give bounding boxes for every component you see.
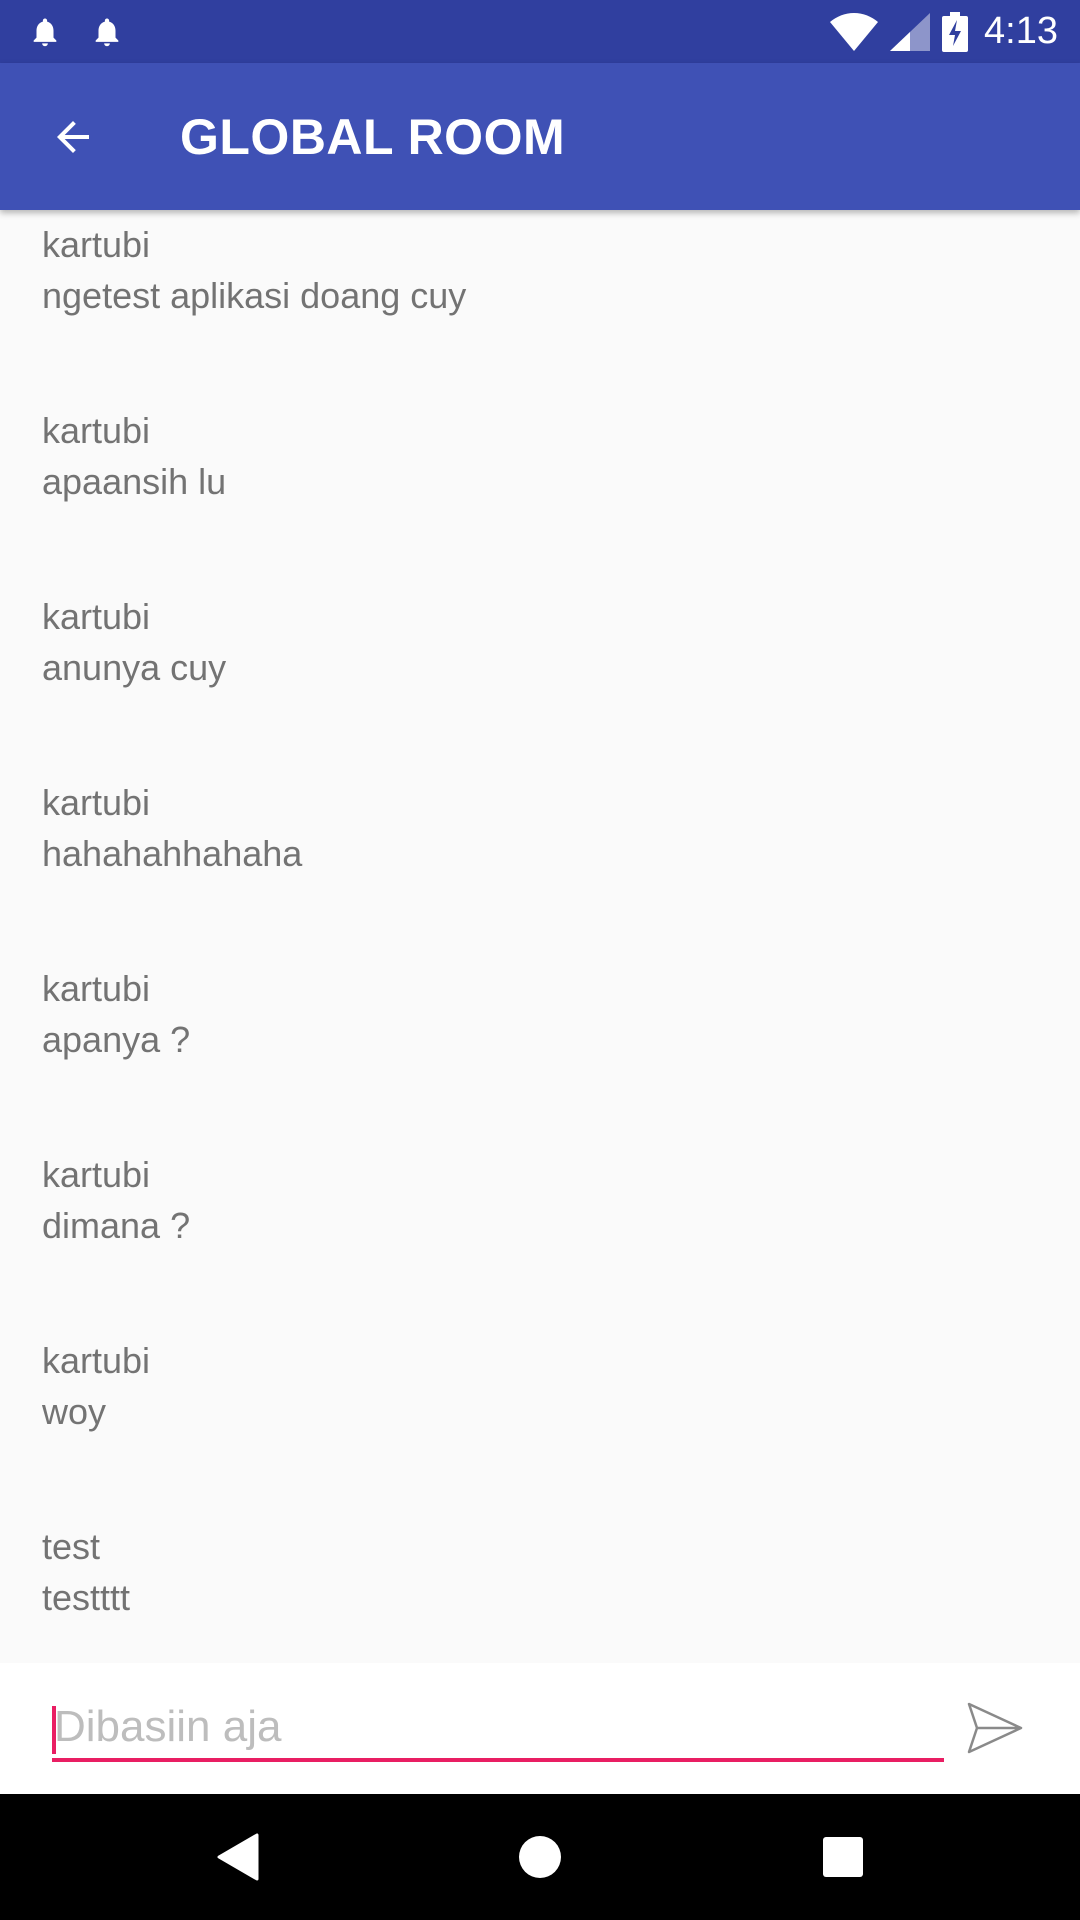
status-right: 4:13 bbox=[818, 10, 1058, 53]
message-sender: kartubi bbox=[42, 782, 151, 823]
message-input-wrap bbox=[52, 1696, 944, 1762]
nav-home-icon bbox=[519, 1836, 561, 1878]
send-icon bbox=[967, 1702, 1023, 1754]
status-left bbox=[28, 14, 152, 50]
battery-charging-icon bbox=[942, 11, 969, 52]
nav-back-button[interactable] bbox=[194, 1814, 280, 1900]
message-sender: kartubi bbox=[42, 224, 151, 265]
message-item[interactable]: test testttt bbox=[42, 1521, 1042, 1641]
message-text: apanya ? bbox=[42, 1019, 191, 1060]
nav-home-button[interactable] bbox=[497, 1814, 583, 1900]
navigation-bar bbox=[0, 1794, 1080, 1920]
nav-recents-button[interactable] bbox=[800, 1814, 886, 1900]
message-sender: kartubi bbox=[42, 1340, 151, 1381]
message-sender: kartubi bbox=[42, 968, 151, 1009]
message-text: ngetest aplikasi doang cuy bbox=[42, 275, 467, 316]
message-text: anunya cuy bbox=[42, 647, 227, 688]
message-text: hahahahhahaha bbox=[42, 833, 303, 874]
nav-back-icon bbox=[217, 1833, 259, 1881]
message-item[interactable]: kartubi anunya cuy bbox=[42, 591, 1042, 711]
message-text: woy bbox=[42, 1391, 107, 1432]
message-item[interactable]: kartubi apaansih lu bbox=[42, 405, 1042, 525]
message-input-bar bbox=[0, 1663, 1080, 1794]
notification-bell-icon bbox=[95, 18, 119, 46]
message-text: dimana ? bbox=[42, 1205, 191, 1246]
page-title: GLOBAL ROOM bbox=[180, 108, 566, 165]
status-bar: 4:13 bbox=[0, 0, 1080, 63]
cell-signal-icon bbox=[890, 12, 931, 51]
message-sender: test bbox=[42, 1526, 101, 1567]
message-item[interactable]: kartubi hahahahhahaha bbox=[42, 777, 1042, 897]
back-button[interactable] bbox=[18, 82, 128, 192]
wifi-icon bbox=[830, 12, 879, 51]
text-cursor bbox=[52, 1706, 56, 1754]
message-sender: kartubi bbox=[42, 596, 151, 637]
message-input[interactable] bbox=[52, 1696, 944, 1758]
message-text: testttt bbox=[42, 1577, 131, 1618]
message-item[interactable]: kartubi ngetest aplikasi doang cuy bbox=[42, 219, 1042, 339]
message-item[interactable]: kartubi woy bbox=[42, 1335, 1042, 1455]
send-button[interactable] bbox=[960, 1693, 1030, 1763]
message-sender: kartubi bbox=[42, 1154, 151, 1195]
message-item[interactable]: kartubi dimana ? bbox=[42, 1149, 1042, 1269]
arrow-back-icon bbox=[57, 120, 89, 153]
status-time: 4:13 bbox=[984, 10, 1058, 52]
notification-bell-icon bbox=[33, 18, 57, 46]
message-sender: kartubi bbox=[42, 410, 151, 451]
message-text: apaansih lu bbox=[42, 461, 227, 502]
app-bar: GLOBAL ROOM bbox=[0, 63, 1080, 210]
message-item[interactable]: kartubi apanya ? bbox=[42, 963, 1042, 1083]
message-list[interactable]: kartubi ngetest aplikasi doang cuy kartu… bbox=[0, 210, 1080, 1663]
nav-recents-icon bbox=[823, 1837, 863, 1877]
